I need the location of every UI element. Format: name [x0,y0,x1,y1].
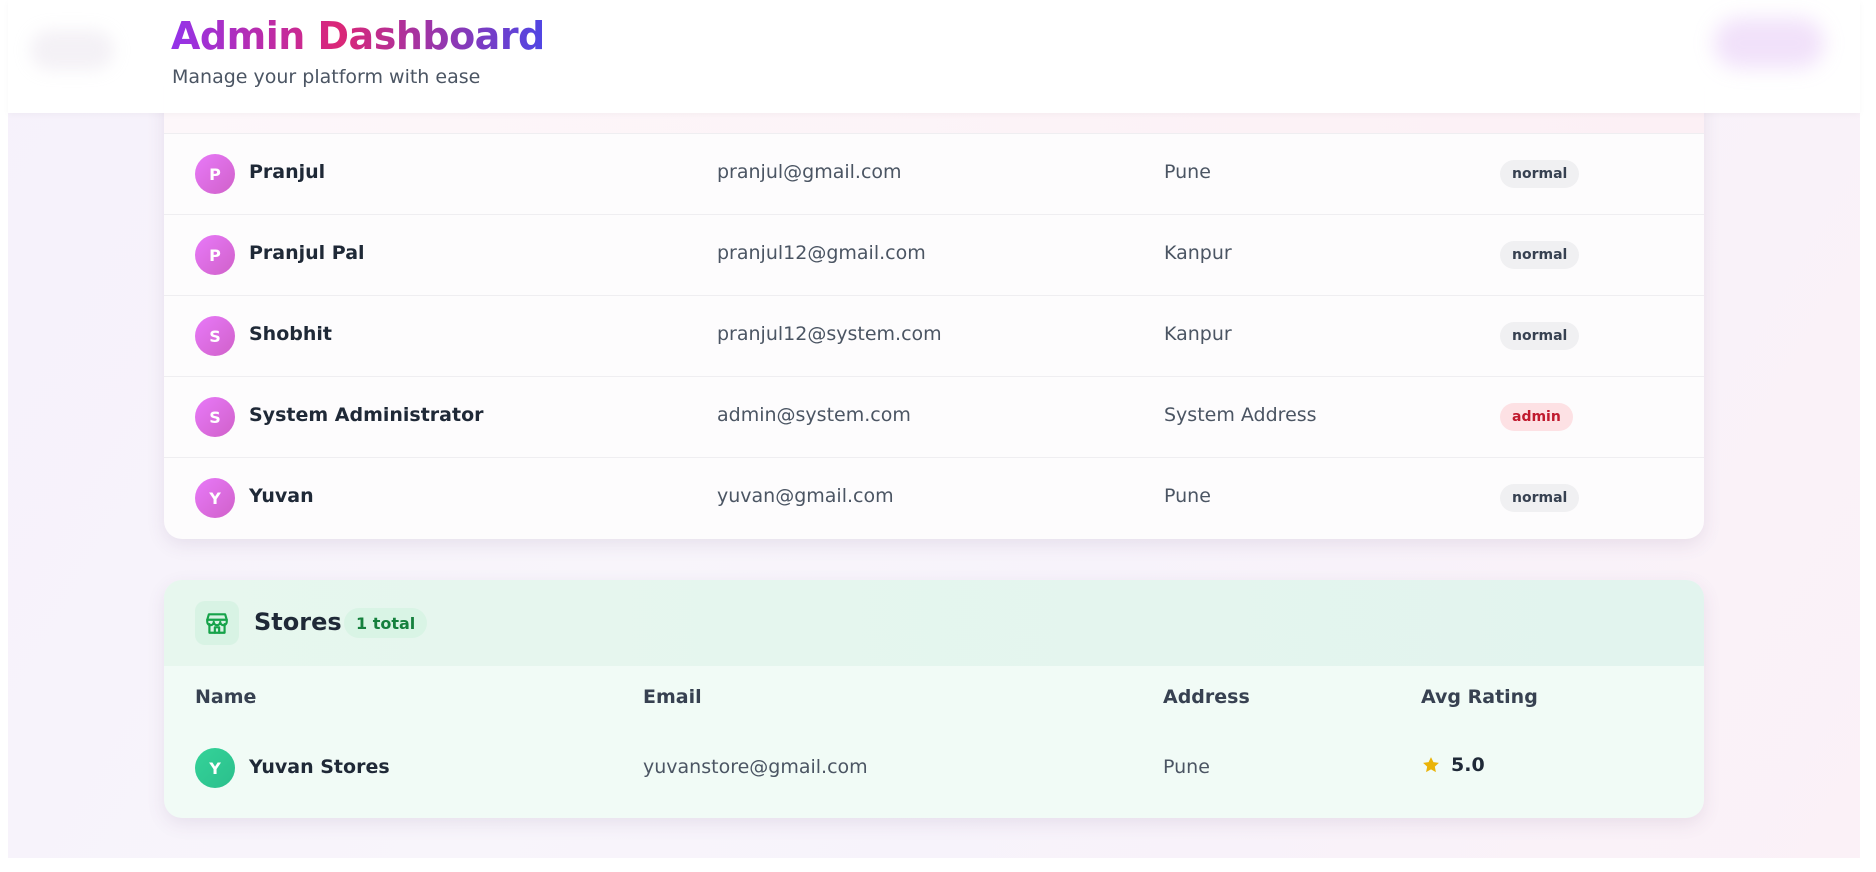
store-rating: 5.0 [1421,754,1485,776]
store-email: yuvanstore@gmail.com [643,756,868,778]
column-header-email[interactable]: Email [643,686,702,708]
header-blurred-element [30,30,114,70]
role-badge: admin [1500,403,1573,431]
header-blurred-button[interactable] [1714,18,1824,68]
user-email: admin@system.com [717,404,911,426]
user-address: Pune [1164,161,1211,183]
page-title: Admin Dashboard [171,14,545,58]
store-icon [195,601,239,645]
table-row[interactable]: Y Yuvan Stores yuvanstore@gmail.com Pune… [164,732,1704,818]
avatar: S [195,397,235,437]
role-badge: normal [1500,160,1580,188]
avatar: S [195,316,235,356]
user-email: yuvan@gmail.com [717,485,894,507]
table-row[interactable]: Y Yuvan yuvan@gmail.com Pune normal [164,457,1704,538]
column-header-avg-rating[interactable]: Avg Rating [1421,686,1538,708]
column-header-name[interactable]: Name [195,686,256,708]
column-header-address[interactable]: Address [1163,686,1250,708]
user-email: pranjul12@system.com [717,323,942,345]
user-email: pranjul@gmail.com [717,161,902,183]
stores-section-header: Stores 1 total [164,580,1704,666]
table-row[interactable]: P Pranjul pranjul@gmail.com Pune normal [164,133,1704,214]
table-row[interactable]: P Pranjul Pal pranjul12@gmail.com Kanpur… [164,214,1704,295]
avatar: Y [195,478,235,518]
user-name: Shobhit [249,323,332,345]
table-row[interactable]: S System Administrator admin@system.com … [164,376,1704,457]
user-address: Kanpur [1164,242,1232,264]
stores-count-badge: 1 total [344,608,428,638]
avatar: P [195,235,235,275]
user-address: Pune [1164,485,1211,507]
avatar: Y [195,748,235,788]
rating-value: 5.0 [1451,754,1485,776]
user-name: System Administrator [249,404,484,426]
user-name: Pranjul Pal [249,242,365,264]
users-table-card: P Pranjul pranjul@gmail.com Pune normal … [164,60,1704,539]
user-address: Kanpur [1164,323,1232,345]
store-name: Yuvan Stores [249,756,390,778]
user-name: Pranjul [249,161,326,183]
user-address: System Address [1164,404,1317,426]
page-subtitle: Manage your platform with ease [172,66,481,88]
user-email: pranjul12@gmail.com [717,242,926,264]
star-icon [1423,757,1439,773]
avatar: P [195,154,235,194]
stores-title: Stores [254,608,342,636]
store-address: Pune [1163,756,1210,778]
dashboard-header: Admin Dashboard Manage your platform wit… [8,0,1860,113]
stores-table-card: Stores 1 total Name Email Address Avg Ra… [164,580,1704,818]
role-badge: normal [1500,322,1580,350]
user-name: Yuvan [249,485,314,507]
table-row[interactable]: S Shobhit pranjul12@system.com Kanpur no… [164,295,1704,376]
role-badge: normal [1500,241,1580,269]
role-badge: normal [1500,484,1580,512]
